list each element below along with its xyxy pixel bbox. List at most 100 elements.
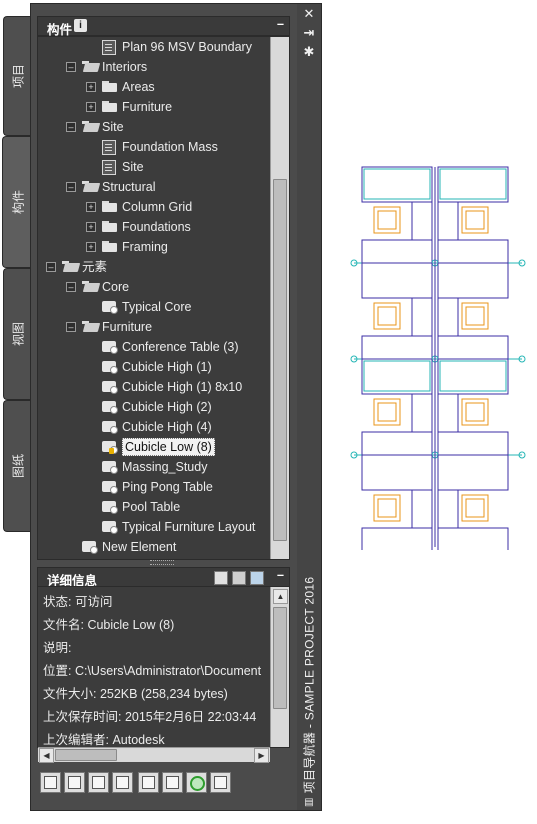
tree-item[interactable]: Pool Table (38, 497, 268, 517)
tree-item[interactable]: Ping Pong Table (38, 477, 268, 497)
tree-item[interactable]: Cubicle Low (8) (38, 437, 268, 457)
tree-item[interactable]: Cubicle High (2) (38, 397, 268, 417)
tree-item[interactable]: Typical Furniture Layout (38, 517, 268, 537)
close-icon[interactable]: ✕ (301, 7, 317, 21)
new-element-button[interactable] (40, 772, 61, 793)
collapse-icon[interactable]: – (66, 62, 76, 72)
expand-icon[interactable]: + (86, 202, 96, 212)
collapse-icon[interactable]: – (66, 182, 76, 192)
settings-icon[interactable]: ✱ (301, 45, 317, 59)
tree-item[interactable]: + Areas (38, 77, 268, 97)
collapse-icon[interactable]: – (66, 122, 76, 132)
copy-button[interactable] (112, 772, 133, 793)
scroll-right-arrow[interactable]: ▶ (254, 748, 269, 763)
tree-item[interactable]: Massing_Study (38, 457, 268, 477)
tree-item[interactable]: Conference Table (3) (38, 337, 268, 357)
construct-file-icon (102, 140, 116, 155)
scroll-left-arrow[interactable]: ◀ (39, 748, 54, 763)
tree-item[interactable]: – Structural (38, 177, 268, 197)
tree-item[interactable]: – 元素 (38, 257, 268, 277)
scroll-up-arrow[interactable]: ▲ (273, 589, 288, 604)
tree-scrollbar[interactable] (270, 37, 289, 559)
cubicle-panel (363, 168, 431, 200)
tree-item[interactable]: – Interiors (38, 57, 268, 77)
cubicle-desk (437, 527, 509, 550)
collapse-icon[interactable]: – (66, 322, 76, 332)
refresh-button[interactable] (186, 772, 207, 793)
details-scroll-thumb[interactable] (273, 607, 287, 709)
tree-item[interactable]: + Framing (38, 237, 268, 257)
info-icon[interactable]: i (74, 19, 87, 32)
tab-sheets-label: 图纸 (11, 453, 25, 479)
tree-item[interactable]: New Element (38, 537, 268, 557)
pin-icon[interactable]: ⇥ (301, 26, 317, 40)
tree-item-label: Site (122, 160, 144, 174)
tab-elements[interactable]: 构件 (2, 136, 33, 268)
properties-button[interactable] (162, 772, 183, 793)
tree-item[interactable]: Foundation Mass (38, 137, 268, 157)
grid-view-icon[interactable] (232, 571, 246, 585)
tree-item-label: Plan 96 MSV Boundary (122, 40, 252, 54)
detail-status: 状态: 可访问 (43, 595, 113, 609)
expand-icon[interactable]: + (86, 102, 96, 112)
preview-icon[interactable] (214, 571, 228, 585)
expand-icon[interactable]: + (86, 82, 96, 92)
element-tree: Plan 96 MSV Boundary – Interiors + Areas + Fur… (37, 36, 290, 560)
tree-item[interactable]: Cubicle High (1) (38, 357, 268, 377)
select-button[interactable] (138, 772, 159, 793)
panel-splitter[interactable] (150, 560, 174, 565)
detail-last-editor: 上次编辑者: Autodesk (43, 733, 165, 747)
tab-project[interactable]: 项目 (3, 16, 31, 136)
tab-sheets[interactable]: 图纸 (3, 400, 31, 532)
cubicle-return (411, 201, 433, 241)
chair-seat (377, 210, 397, 230)
tree-item[interactable]: Plan 96 MSV Boundary (38, 37, 268, 57)
new-element-view-button[interactable] (88, 772, 109, 793)
details-hscrollbar[interactable]: ◀ ▶ (38, 747, 270, 763)
tree-item[interactable]: + Furniture (38, 97, 268, 117)
cubicle-desk (361, 527, 433, 550)
cubicle-desk (361, 431, 433, 456)
tree-item[interactable]: Typical Core (38, 297, 268, 317)
detail-location: 位置: C:\Users\Administrator\Document (43, 664, 262, 678)
cubicle-return (437, 201, 459, 241)
collapse-icon[interactable]: – (46, 262, 56, 272)
folder-body (102, 203, 117, 212)
info-view-icon[interactable] (250, 571, 264, 585)
expand-icon[interactable]: + (86, 222, 96, 232)
minimize-tree-button[interactable]: – (277, 17, 284, 31)
tree-item[interactable]: – Core (38, 277, 268, 297)
cubicle-desk (361, 262, 433, 299)
export-icon (214, 776, 227, 789)
tree-item[interactable]: – Furniture (38, 317, 268, 337)
details-hscroll-thumb[interactable] (55, 749, 117, 761)
tab-views-label: 视图 (11, 321, 25, 347)
new-file-button[interactable] (64, 772, 85, 793)
minimize-details-button[interactable]: – (277, 568, 284, 582)
chair-seat (377, 498, 397, 518)
export-button[interactable] (210, 772, 231, 793)
elements-section-header: 构件 i – (37, 16, 290, 37)
tree-item-label: Pool Table (122, 500, 181, 514)
details-scrollbar[interactable]: ▲ (270, 587, 289, 747)
folder-body (62, 263, 81, 272)
tree-item-label: Foundation Mass (122, 140, 218, 154)
tree-item[interactable]: Cubicle High (1) 8x10 (38, 377, 268, 397)
detail-last-saved: 上次保存时间: 2015年2月6日 22:03:44 (43, 710, 257, 724)
tree-item[interactable]: – Site (38, 117, 268, 137)
open-folder-icon (82, 121, 101, 132)
tree-item-label: New Element (102, 540, 177, 554)
element-icon (102, 301, 118, 314)
collapse-icon[interactable]: – (66, 282, 76, 292)
properties-icon (166, 776, 179, 789)
expand-icon[interactable]: + (86, 242, 96, 252)
folder-icon (102, 241, 117, 252)
tree-item[interactable]: Site (38, 157, 268, 177)
tree-item[interactable]: + Foundations (38, 217, 268, 237)
tab-views[interactable]: 视图 (3, 268, 31, 400)
tree-item[interactable]: + Column Grid (38, 197, 268, 217)
tree-item[interactable]: Cubicle High (4) (38, 417, 268, 437)
chair-seat (465, 402, 485, 422)
menu-icon[interactable]: ▤ (301, 796, 317, 810)
tree-scroll-thumb[interactable] (273, 179, 287, 541)
